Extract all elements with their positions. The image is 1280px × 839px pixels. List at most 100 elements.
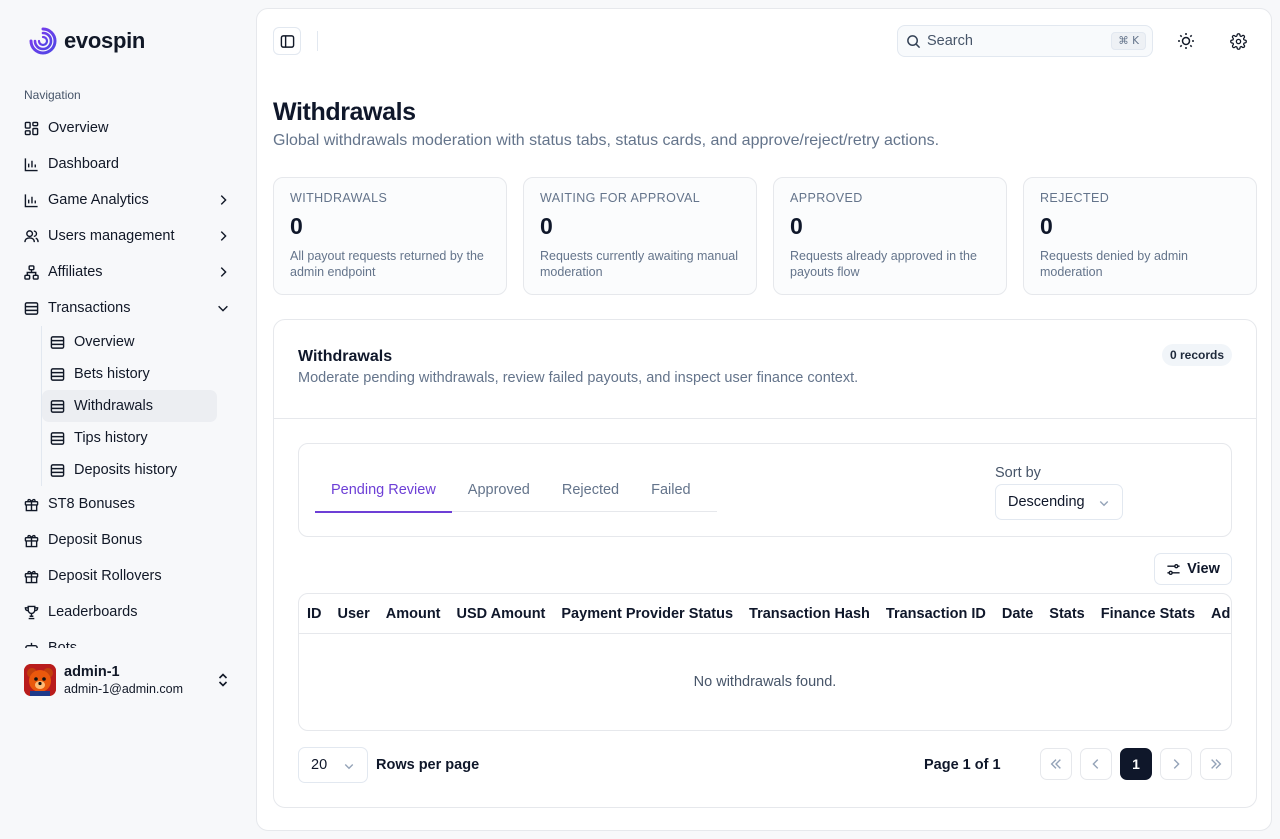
stat-card-rejected: REJECTED 0 Requests denied by admin mode… bbox=[1023, 177, 1257, 295]
topbar: Search ⌘ K bbox=[257, 9, 1271, 73]
column-header-transaction-id[interactable]: Transaction ID bbox=[878, 606, 994, 622]
column-header-stats[interactable]: Stats bbox=[1041, 606, 1092, 622]
column-header-amount[interactable]: Amount bbox=[378, 606, 449, 622]
sidebar-item-label: ST8 Bonuses bbox=[48, 496, 136, 512]
sidebar-item-transactions[interactable]: Transactions bbox=[16, 290, 240, 326]
tab-approved[interactable]: Approved bbox=[452, 468, 546, 512]
sidebar-subitem-label: Deposits history bbox=[74, 462, 178, 478]
sidebar-item-dashboard[interactable]: Dashboard bbox=[16, 146, 240, 182]
sidebar: evospin Navigation Overview Dashboard Ga… bbox=[0, 0, 256, 839]
sidebar-subitem-tips-history[interactable]: Tips history bbox=[42, 422, 217, 454]
sidebar-item-leaderboards[interactable]: Leaderboards bbox=[16, 594, 240, 630]
sidebar-item-label: Leaderboards bbox=[48, 604, 138, 620]
user-email: admin-1@admin.com bbox=[64, 681, 183, 696]
sidebar-item-deposit-bonus[interactable]: Deposit Bonus bbox=[16, 522, 240, 558]
status-tabs: Pending Review Approved Rejected Failed bbox=[315, 468, 717, 513]
next-page-button[interactable] bbox=[1160, 748, 1192, 780]
tab-pending-review[interactable]: Pending Review bbox=[315, 468, 452, 513]
sidebar-item-st8-bonuses[interactable]: ST8 Bonuses bbox=[16, 486, 240, 522]
panel-divider bbox=[274, 418, 1256, 419]
search-icon bbox=[906, 34, 921, 49]
brand-logo[interactable]: evospin bbox=[28, 26, 145, 56]
archive-icon bbox=[50, 463, 65, 478]
brand-name: evospin bbox=[64, 28, 146, 53]
sidebar-subitem-bets-history[interactable]: Bets history bbox=[42, 358, 217, 390]
stat-card-waiting: WAITING FOR APPROVAL 0 Requests currentl… bbox=[523, 177, 757, 295]
chevrons-left-icon bbox=[1049, 757, 1063, 771]
panel-title: Withdrawals bbox=[298, 348, 393, 365]
column-header-date[interactable]: Date bbox=[994, 606, 1041, 622]
chevron-right-icon bbox=[216, 229, 230, 243]
column-header-id[interactable]: ID bbox=[299, 606, 330, 622]
column-header-transaction-hash[interactable]: Transaction Hash bbox=[741, 606, 878, 622]
last-page-button[interactable] bbox=[1200, 748, 1232, 780]
tab-failed[interactable]: Failed bbox=[635, 468, 707, 512]
sidebar-subitem-overview[interactable]: Overview bbox=[42, 326, 217, 358]
user-menu[interactable]: admin-1 admin-1@admin.com bbox=[16, 660, 240, 700]
theme-toggle-button[interactable] bbox=[1174, 29, 1198, 53]
status-cards: WITHDRAWALS 0 All payout requests return… bbox=[273, 177, 1257, 295]
previous-page-button[interactable] bbox=[1080, 748, 1112, 780]
user-name: admin-1 bbox=[64, 663, 120, 680]
chevron-down-icon bbox=[1098, 497, 1110, 509]
sort-select[interactable]: Descending bbox=[995, 484, 1123, 520]
chevron-right-icon bbox=[216, 265, 230, 279]
sidebar-item-users-management[interactable]: Users management bbox=[16, 218, 240, 254]
stat-card-label: APPROVED bbox=[790, 191, 863, 205]
rows-per-page-select[interactable]: 20 bbox=[298, 747, 368, 783]
column-header-usd-amount[interactable]: USD Amount bbox=[449, 606, 554, 622]
withdrawals-table: ID User Amount USD Amount Payment Provid… bbox=[298, 593, 1232, 731]
grid-icon bbox=[24, 121, 39, 136]
chevron-right-icon bbox=[1169, 757, 1183, 771]
sidebar-toggle-button[interactable] bbox=[273, 27, 301, 55]
search-shortcut: ⌘ K bbox=[1111, 32, 1146, 50]
sort-label: Sort by bbox=[995, 465, 1041, 481]
sidebar-subitem-withdrawals[interactable]: Withdrawals bbox=[42, 390, 217, 422]
page-description: Global withdrawals moderation with statu… bbox=[273, 132, 940, 149]
chevron-down-icon bbox=[343, 760, 355, 772]
first-page-button[interactable] bbox=[1040, 748, 1072, 780]
sidebar-item-overview[interactable]: Overview bbox=[16, 110, 240, 146]
archive-icon bbox=[50, 431, 65, 446]
column-header-finance-stats[interactable]: Finance Stats bbox=[1093, 606, 1203, 622]
column-header-payment-provider-status[interactable]: Payment Provider Status bbox=[553, 606, 741, 622]
stat-card-description: Requests already approved in the payouts… bbox=[790, 249, 977, 279]
chevrons-right-icon bbox=[1209, 757, 1223, 771]
view-label: View bbox=[1187, 561, 1220, 577]
stat-card-label: WAITING FOR APPROVAL bbox=[540, 191, 701, 205]
sidebar-item-label: Transactions bbox=[48, 300, 131, 316]
sidebar-item-label: Overview bbox=[48, 120, 109, 136]
sliders-icon bbox=[1166, 562, 1181, 577]
stat-card-value: 0 bbox=[540, 213, 553, 239]
sidebar-item-game-analytics[interactable]: Game Analytics bbox=[16, 182, 240, 218]
empty-state: No withdrawals found. bbox=[693, 674, 837, 690]
tab-rejected[interactable]: Rejected bbox=[546, 468, 635, 512]
avatar bbox=[24, 664, 56, 696]
page-info: Page 1 of 1 bbox=[924, 757, 1001, 773]
gift-icon bbox=[24, 497, 39, 512]
column-header-user[interactable]: User bbox=[330, 606, 378, 622]
sidebar-subitem-deposits-history[interactable]: Deposits history bbox=[42, 454, 217, 486]
view-options-button[interactable]: View bbox=[1154, 553, 1232, 585]
chart-bar-icon bbox=[24, 193, 39, 208]
gear-icon bbox=[1229, 32, 1247, 50]
sidebar-item-bots[interactable]: Bots bbox=[16, 630, 240, 648]
stat-card-value: 0 bbox=[1040, 213, 1053, 239]
search-input[interactable]: Search ⌘ K bbox=[897, 25, 1153, 57]
archive-icon bbox=[24, 301, 39, 316]
sidebar-item-label: Deposit Rollovers bbox=[48, 568, 162, 584]
panel-description: Moderate pending withdrawals, review fai… bbox=[298, 370, 859, 386]
stat-card-label: WITHDRAWALS bbox=[290, 191, 388, 205]
current-page-button[interactable]: 1 bbox=[1120, 748, 1152, 780]
column-header-admin-actions[interactable]: Admin actions bbox=[1203, 606, 1231, 622]
archive-icon bbox=[50, 367, 65, 382]
sidebar-item-affiliates[interactable]: Affiliates bbox=[16, 254, 240, 290]
sort-value: Descending bbox=[1008, 494, 1085, 510]
settings-button[interactable] bbox=[1226, 29, 1250, 53]
rows-per-page-label: Rows per page bbox=[376, 757, 480, 773]
sidebar-item-label: Deposit Bonus bbox=[48, 532, 143, 548]
sidebar-item-deposit-rollovers[interactable]: Deposit Rollovers bbox=[16, 558, 240, 594]
transactions-submenu: Overview Bets history Withdrawals Tips h… bbox=[41, 326, 240, 486]
pagination: 1 bbox=[1040, 748, 1232, 780]
stat-card-value: 0 bbox=[290, 213, 303, 239]
